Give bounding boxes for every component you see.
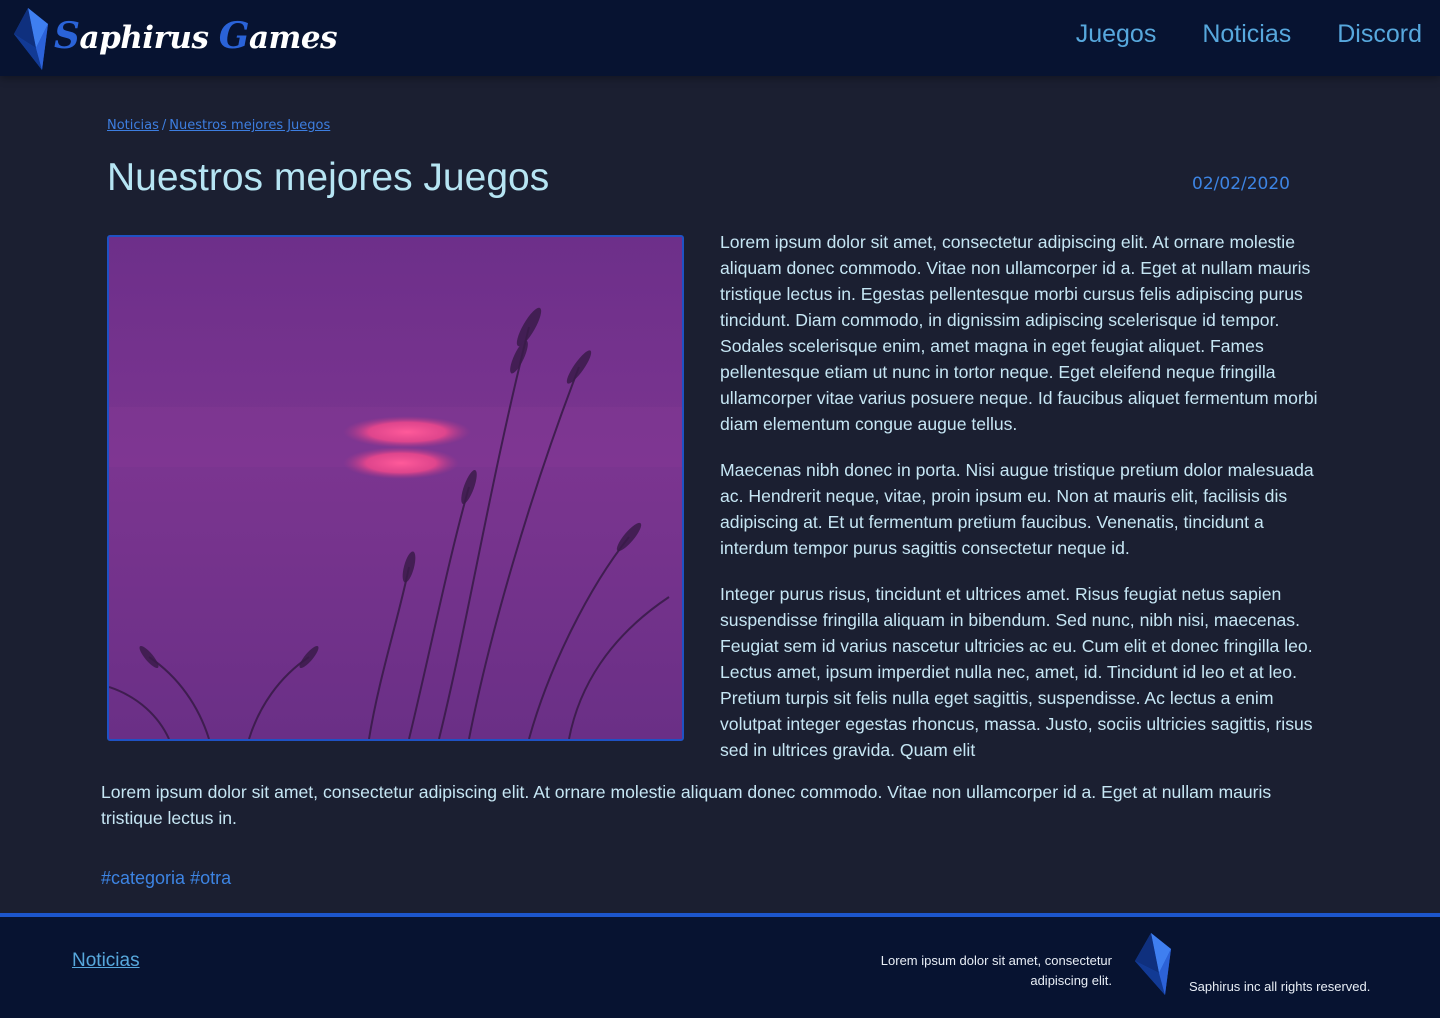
main-nav: Juegos Noticias Discord bbox=[1030, 18, 1422, 50]
article-paragraph: Integer purus risus, tincidunt et ultric… bbox=[720, 584, 1313, 760]
article-paragraph-full: Lorem ipsum dolor sit amet, consectetur … bbox=[101, 782, 1272, 828]
article-paragraph: Maecenas nibh donec in porta. Nisi augue… bbox=[720, 460, 1314, 558]
article-body: Lorem ipsum dolor sit amet, consectetur … bbox=[720, 229, 1320, 783]
breadcrumb-link-current[interactable]: Nuestros mejores Juegos bbox=[169, 118, 330, 133]
page-title: Nuestros mejores Juegos bbox=[107, 156, 550, 199]
article-image bbox=[107, 235, 684, 741]
article-tags: #categoria #otra bbox=[101, 868, 236, 889]
footer-copyright: Saphirus inc all rights reserved. bbox=[1189, 979, 1371, 994]
breadcrumb-separator: / bbox=[161, 118, 167, 133]
home-logo-link[interactable]: Saphirus Games bbox=[14, 8, 338, 70]
nav-link-noticias[interactable]: Noticias bbox=[1202, 18, 1291, 50]
breadcrumb: Noticias / Nuestros mejores Juegos bbox=[107, 118, 330, 133]
footer-link-noticias[interactable]: Noticias bbox=[72, 950, 140, 972]
article-date: 02/02/2020 bbox=[1192, 174, 1290, 194]
crystal-logo-icon bbox=[1135, 933, 1171, 995]
tag-link[interactable]: #categoria bbox=[101, 868, 185, 888]
crystal-logo-icon bbox=[14, 8, 48, 70]
nav-link-juegos[interactable]: Juegos bbox=[1076, 18, 1157, 50]
logo-wordmark: Saphirus Games bbox=[54, 15, 338, 57]
site-footer: Noticias Lorem ipsum dolor sit amet, con… bbox=[0, 913, 1440, 1018]
tag-link[interactable]: #otra bbox=[190, 868, 231, 888]
site-header: Saphirus Games Juegos Noticias Discord bbox=[0, 0, 1440, 76]
footer-description: Lorem ipsum dolor sit amet, consectetur … bbox=[880, 953, 1112, 988]
nav-link-discord[interactable]: Discord bbox=[1337, 18, 1422, 50]
sunset-grass-photo bbox=[109, 237, 682, 739]
article-paragraph: Lorem ipsum dolor sit amet, consectetur … bbox=[720, 232, 1318, 434]
breadcrumb-link-noticias[interactable]: Noticias bbox=[107, 118, 159, 133]
